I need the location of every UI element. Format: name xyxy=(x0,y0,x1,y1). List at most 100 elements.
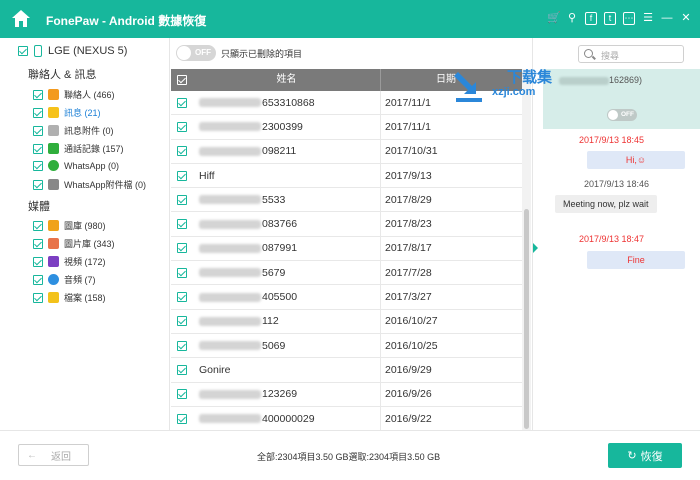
search-box[interactable]: 搜尋 xyxy=(578,45,684,63)
group-title-media: 媒體 xyxy=(28,201,50,213)
sidebar-item-label: 檔案 (158) xyxy=(64,293,106,303)
row-name: 087991 xyxy=(262,242,298,255)
sidebar-item-label: 圖片庫 (343) xyxy=(64,239,115,249)
recover-button[interactable]: ↻ 恢復 xyxy=(608,443,682,468)
message-timestamp: 2017/9/13 18:46 xyxy=(584,179,650,189)
conversation-table: 姓名 日期 653310868 2017/11/1 2300399 2017/11/1… xyxy=(171,69,531,432)
table-row[interactable]: 083766 2017/8/23 xyxy=(171,212,531,237)
table-row[interactable]: 123269 2016/9/26 xyxy=(171,382,531,407)
close-icon[interactable]: ✕ xyxy=(680,12,692,25)
contacts-icon xyxy=(48,89,59,100)
sidebar-item-whatsapp[interactable]: WhatsApp (0) xyxy=(33,160,119,171)
sidebar-item-checkbox[interactable] xyxy=(33,160,43,171)
row-name: 083766 xyxy=(262,218,298,231)
column-header-name[interactable]: 姓名 xyxy=(193,69,381,91)
row-checkbox[interactable] xyxy=(177,413,187,424)
toggle-knob xyxy=(177,46,191,60)
group-title-contacts-messages: 聯絡人 & 訊息 xyxy=(28,69,97,81)
row-name-cell: 5679 xyxy=(193,261,381,285)
table-scrollbar[interactable] xyxy=(522,69,531,430)
table-row[interactable]: 2300399 2017/11/1 xyxy=(171,115,531,140)
row-date: 2017/8/17 xyxy=(385,242,432,255)
row-checkbox[interactable] xyxy=(177,170,187,181)
sidebar-item-checkbox[interactable] xyxy=(33,89,43,100)
sidebar-item-checkbox[interactable] xyxy=(33,179,43,190)
device-checkbox[interactable] xyxy=(18,46,28,56)
back-arrow-icon: ← xyxy=(27,449,37,461)
blurred-text xyxy=(199,219,261,229)
sidebar-item-checkbox[interactable] xyxy=(33,220,43,231)
sidebar-item-label: 圖庫 (980) xyxy=(64,221,106,231)
row-checkbox[interactable] xyxy=(177,97,187,108)
row-date: 2017/3/27 xyxy=(385,291,432,304)
row-date: 2016/10/25 xyxy=(385,339,438,352)
home-icon[interactable] xyxy=(10,8,32,30)
row-name: 400000029 xyxy=(262,412,315,425)
twitter-icon[interactable]: t xyxy=(604,12,616,25)
sidebar-item-video[interactable]: 視頻 (172) xyxy=(33,255,106,268)
sidebar-item-contacts[interactable]: 聯絡人 (466) xyxy=(33,88,115,101)
contact-toggle[interactable]: OFF xyxy=(607,109,637,121)
table-row[interactable]: 087991 2017/8/17 xyxy=(171,236,531,262)
row-checkbox[interactable] xyxy=(177,316,187,327)
contact-number-suffix: 162869) xyxy=(609,75,643,85)
table-row[interactable]: 400000029 2016/9/22 xyxy=(171,406,531,432)
row-name-cell: 087991 xyxy=(193,236,381,261)
row-date: 2017/8/29 xyxy=(385,193,432,206)
sidebar-item-checkbox[interactable] xyxy=(33,274,43,285)
sidebar-item-checkbox[interactable] xyxy=(33,143,43,154)
row-checkbox[interactable] xyxy=(177,389,187,400)
row-checkbox[interactable] xyxy=(177,121,187,132)
table-row[interactable]: 5069 2016/10/25 xyxy=(171,333,531,359)
scrollbar-thumb[interactable] xyxy=(524,209,529,429)
row-name: 112 xyxy=(262,315,279,328)
row-date: 2016/10/27 xyxy=(385,315,438,328)
panel-expand-arrow-icon[interactable] xyxy=(533,243,538,253)
sidebar-item-message-attachments[interactable]: 訊息附件 (0) xyxy=(33,124,114,137)
sidebar-item-checkbox[interactable] xyxy=(33,125,43,136)
cart-icon[interactable]: 🛒 xyxy=(547,12,561,25)
table-row[interactable]: 405500 2017/3/27 xyxy=(171,285,531,310)
message-bubble-sent: Hi,☺ xyxy=(587,151,685,169)
sidebar-item-whatsapp-attachments[interactable]: WhatsApp附件檔 (0) xyxy=(33,178,146,191)
table-row[interactable]: Gonire 2016/9/29 xyxy=(171,358,531,383)
table-row[interactable]: 098211 2017/10/31 xyxy=(171,139,531,164)
sidebar-item-picture-library[interactable]: 圖片庫 (343) xyxy=(33,237,115,250)
back-button[interactable]: ← 返回 xyxy=(18,444,89,466)
device-item[interactable]: LGE (NEXUS 5) xyxy=(18,45,127,57)
table-row[interactable]: 112 2016/10/27 xyxy=(171,309,531,334)
sidebar-item-checkbox[interactable] xyxy=(33,238,43,249)
sidebar-item-messages[interactable]: 訊息 (21) xyxy=(33,106,101,119)
row-checkbox[interactable] xyxy=(177,267,187,278)
sidebar-item-gallery[interactable]: 圖庫 (980) xyxy=(33,219,106,232)
key-icon[interactable]: ⚲ xyxy=(566,12,578,25)
search-input[interactable]: 搜尋 xyxy=(601,49,619,62)
sidebar-item-call-log[interactable]: 通話記錄 (157) xyxy=(33,142,124,155)
deleted-only-toggle[interactable]: OFF xyxy=(176,45,216,61)
sidebar-item-label: WhatsApp附件檔 (0) xyxy=(64,180,147,190)
row-checkbox[interactable] xyxy=(177,219,187,230)
row-name: 123269 xyxy=(262,388,298,401)
facebook-icon[interactable]: f xyxy=(585,12,597,25)
table-row[interactable]: 5679 2017/7/28 xyxy=(171,261,531,286)
watermark-logo-icon xyxy=(454,72,482,102)
sidebar-item-checkbox[interactable] xyxy=(33,256,43,267)
sidebar-item-audio[interactable]: 音頻 (7) xyxy=(33,273,96,286)
blurred-text xyxy=(199,146,261,156)
select-all-checkbox[interactable] xyxy=(177,75,187,85)
row-checkbox[interactable] xyxy=(177,364,187,375)
table-row[interactable]: 5533 2017/8/29 xyxy=(171,188,531,213)
minimize-icon[interactable]: — xyxy=(661,12,673,25)
row-checkbox[interactable] xyxy=(177,292,187,303)
row-checkbox[interactable] xyxy=(177,340,187,351)
table-row[interactable]: Hiff 2017/9/13 xyxy=(171,163,531,189)
feedback-icon[interactable]: ⋯ xyxy=(623,12,635,25)
sidebar-item-label: 通話記錄 (157) xyxy=(64,144,124,154)
menu-icon[interactable]: ☰ xyxy=(642,12,654,25)
row-checkbox[interactable] xyxy=(177,146,187,157)
sidebar-item-checkbox[interactable] xyxy=(33,107,43,118)
sidebar-item-checkbox[interactable] xyxy=(33,292,43,303)
row-checkbox[interactable] xyxy=(177,194,187,205)
sidebar-item-files[interactable]: 檔案 (158) xyxy=(33,291,106,304)
row-checkbox[interactable] xyxy=(177,243,187,254)
